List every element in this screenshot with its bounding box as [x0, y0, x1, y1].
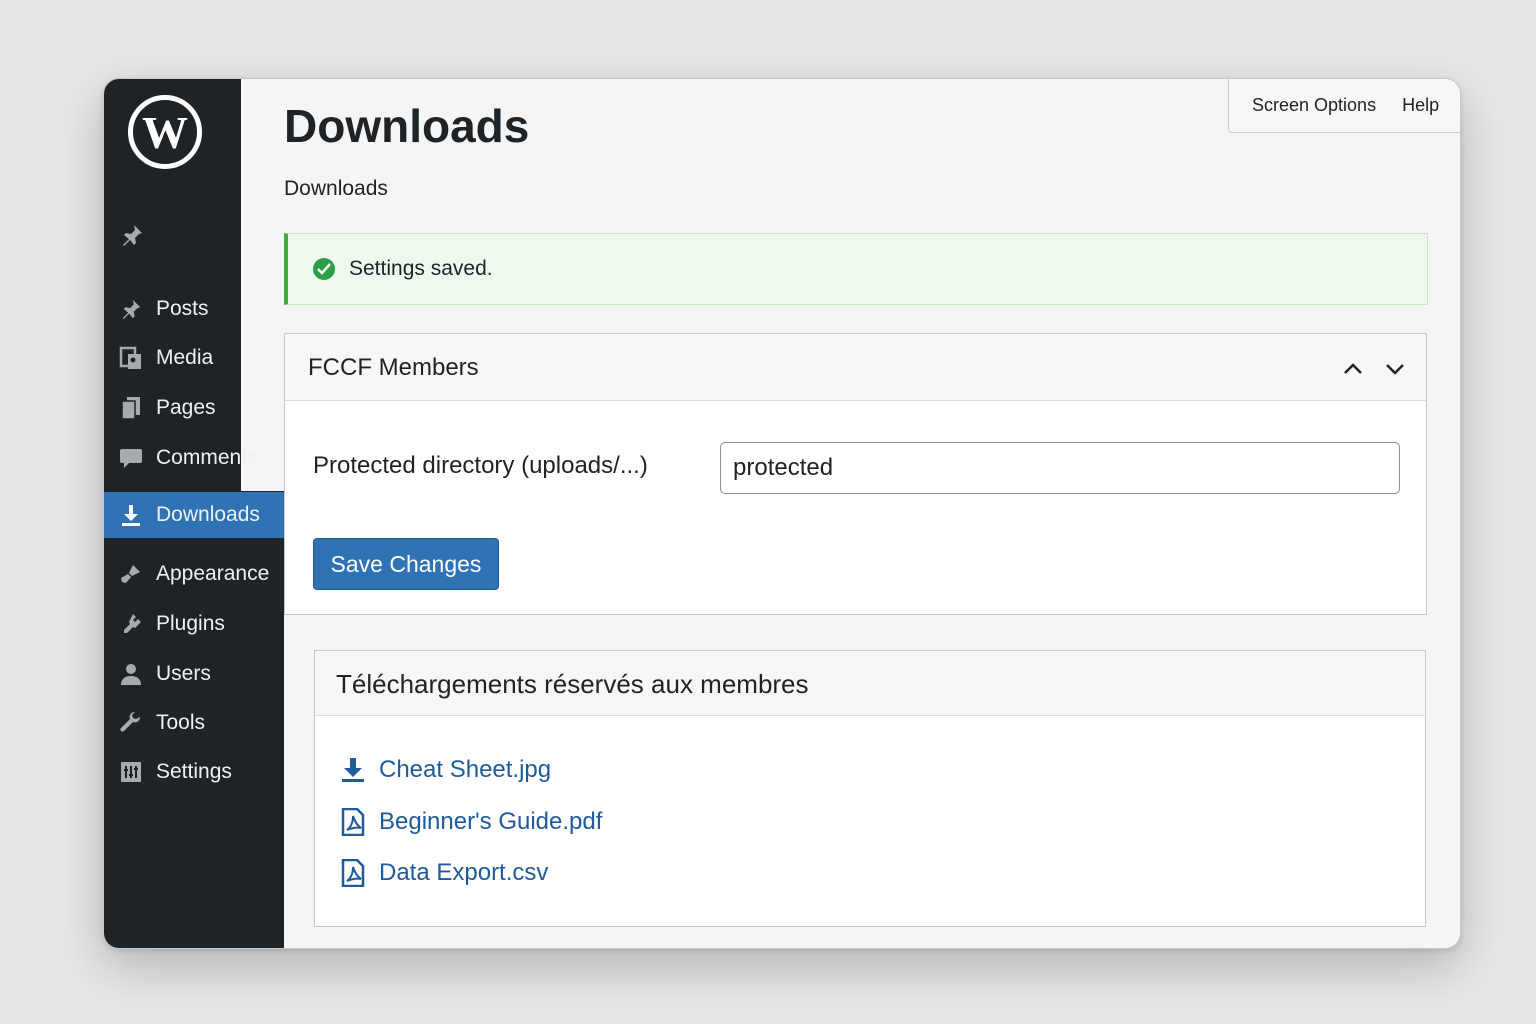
- panel-title: FCCF Members: [308, 354, 479, 381]
- sidebar-item-users[interactable]: Users: [104, 651, 284, 697]
- download-link[interactable]: Cheat Sheet.jpg: [339, 755, 551, 785]
- admin-window: W Posts Media Pages Comments Downloads A…: [103, 78, 1461, 949]
- sidebar-item-label: Downloads: [156, 503, 260, 526]
- check-circle-icon: [313, 258, 335, 280]
- chevron-up-icon[interactable]: [1340, 356, 1366, 382]
- download-icon: [339, 755, 367, 785]
- sidebar-item-media[interactable]: Media: [104, 335, 284, 381]
- member-downloads-box: Téléchargements réservés aux membres Che…: [314, 650, 1426, 927]
- plugin-icon: [118, 611, 144, 637]
- protected-directory-label: Protected directory (uploads/...): [313, 452, 648, 479]
- sidebar-item-plugins[interactable]: Plugins: [104, 601, 284, 647]
- sidebar-item-label: Plugins: [156, 612, 225, 635]
- pdf-icon: [339, 858, 367, 888]
- pages-icon: [118, 395, 144, 421]
- wrench-icon: [118, 710, 144, 736]
- pdf-icon: [339, 807, 367, 837]
- notice-text: Settings saved.: [349, 257, 493, 280]
- panel-header: FCCF Members: [285, 334, 1426, 401]
- sidebar-item-downloads[interactable]: Downloads: [104, 492, 284, 538]
- sidebar-item-label: Media: [156, 346, 214, 369]
- sidebar-item-label: Posts: [156, 297, 209, 320]
- admin-sidebar: W Posts Media Pages Comments Downloads A…: [104, 79, 284, 948]
- members-panel: FCCF Members Protected directory (upload…: [284, 333, 1427, 615]
- main-panels: Settings saved. FCCF Members Protected d…: [284, 79, 1460, 948]
- download-link[interactable]: Data Export.csv: [339, 858, 548, 888]
- file-name: Cheat Sheet.jpg: [379, 756, 552, 783]
- sidebar-item-tools[interactable]: Tools: [104, 700, 284, 746]
- sidebar-item-label: Tools: [156, 711, 206, 734]
- sidebar-item-label: Pages: [156, 396, 216, 419]
- sidebar-item-pages[interactable]: Pages: [104, 385, 284, 431]
- downloads-box-header: Téléchargements réservés aux membres: [315, 651, 1425, 716]
- settings-saved-notice: Settings saved.: [284, 233, 1428, 305]
- media-icon: [118, 345, 144, 371]
- wordpress-logo-icon[interactable]: W: [128, 95, 202, 169]
- sidebar-item-posts[interactable]: Posts: [104, 286, 284, 332]
- sidebar-item-label: Settings: [156, 760, 232, 783]
- file-name: Data Export.csv: [379, 859, 549, 886]
- sidebar-item-comments[interactable]: Comments: [104, 435, 284, 481]
- save-changes-button[interactable]: Save Changes: [313, 538, 499, 590]
- pin-icon[interactable]: [120, 223, 144, 247]
- file-name: Beginner's Guide.pdf: [379, 808, 603, 835]
- sidebar-item-label: Users: [156, 662, 211, 685]
- settings-icon: [118, 759, 144, 785]
- user-icon: [118, 661, 144, 687]
- chevron-down-icon[interactable]: [1382, 356, 1408, 382]
- comment-icon: [118, 445, 144, 471]
- downloads-box-title: Téléchargements réservés aux membres: [336, 669, 809, 699]
- sidebar-item-settings[interactable]: Settings: [104, 749, 284, 795]
- pin-icon: [118, 296, 144, 322]
- protected-directory-input[interactable]: [720, 442, 1400, 494]
- sidebar-item-label: Appearance: [156, 562, 270, 585]
- download-icon: [118, 502, 144, 528]
- download-link[interactable]: Beginner's Guide.pdf: [339, 807, 602, 837]
- sidebar-item-appearance[interactable]: Appearance: [104, 551, 284, 597]
- brush-icon: [118, 561, 144, 587]
- sidebar-item-label: Comments: [156, 446, 258, 469]
